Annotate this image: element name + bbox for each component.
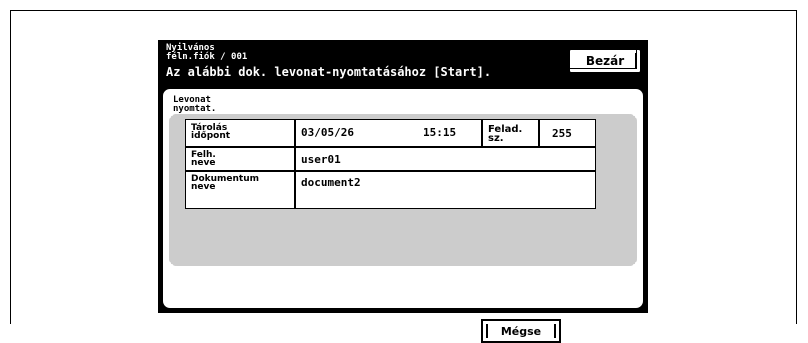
job-label-cell: Felad. sz.: [482, 119, 539, 147]
cancel-button-edge-right: [554, 324, 556, 338]
stored-label-2: időpont: [191, 131, 231, 141]
stored-time: 15:15: [423, 126, 457, 139]
close-button-label: Bezár: [585, 54, 625, 68]
header-instruction: Az alábbi dok. levonat-nyomtatásához [St…: [166, 65, 492, 79]
cancel-button-label: Mégse: [500, 324, 542, 338]
stored-value-cell: 03/05/26 15:15: [295, 119, 482, 147]
job-value-cell: 255: [539, 119, 596, 147]
cancel-button[interactable]: Mégse: [481, 319, 561, 343]
cancel-button-edge-left: [486, 324, 488, 338]
header-line-2: féln.fiók / 001: [166, 52, 248, 62]
stored-label-cell: Tárolás időpont: [185, 119, 295, 147]
doc-label-2: neve: [191, 182, 216, 192]
user-label-cell: Felh. neve: [185, 147, 295, 171]
panel-screen: Nyilvános féln.fiók / 001 Az alábbi dok.…: [158, 40, 648, 343]
user-label-2: neve: [191, 158, 216, 168]
user-value-cell: user01: [295, 147, 596, 171]
document-name: document2: [301, 176, 361, 189]
panel-title-line-2: nyomtat.: [173, 104, 217, 114]
close-button[interactable]: Bezár: [568, 48, 642, 74]
doc-label-cell: Dokumentum neve: [185, 171, 295, 209]
doc-value-cell: document2: [295, 171, 596, 209]
job-number: 255: [552, 127, 572, 140]
user-name: user01: [301, 153, 341, 166]
info-area: Tárolás időpont 03/05/26 15:15 Felad. sz…: [169, 114, 637, 266]
proof-print-panel: Levonat nyomtat. Tárolás időpont 03/05/2…: [162, 88, 644, 343]
job-label-2: sz.: [488, 133, 504, 144]
stored-date: 03/05/26: [301, 126, 354, 139]
